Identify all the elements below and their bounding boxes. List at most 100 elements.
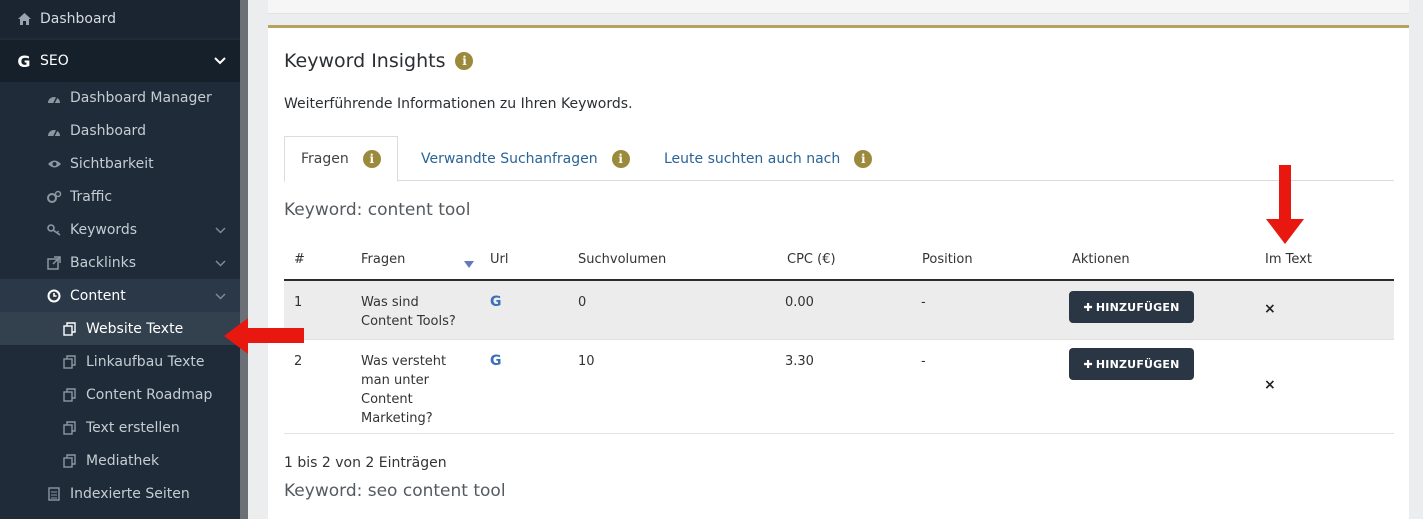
sidebar-item-keywords[interactable]: Keywords bbox=[0, 213, 240, 246]
close-icon[interactable]: × bbox=[1264, 301, 1276, 317]
plus-icon: ✚ bbox=[1083, 300, 1093, 314]
sidebar-item-label: Keywords bbox=[70, 221, 138, 238]
sidebar-item-linkaufbau-texte[interactable]: Linkaufbau Texte bbox=[0, 345, 240, 378]
sidebar-item-label: Mediathek bbox=[86, 452, 160, 469]
sidebar-item-text-erstellen[interactable]: Text erstellen bbox=[0, 411, 240, 444]
tab-label: Fragen bbox=[301, 151, 349, 167]
add-button[interactable]: ✚ HINZUFÜGEN bbox=[1069, 291, 1194, 323]
google-icon: G bbox=[17, 51, 31, 71]
tab-verwandte-suchanfragen[interactable]: Verwandte Suchanfragen i bbox=[421, 136, 630, 181]
column-header-url[interactable]: Url bbox=[490, 252, 508, 267]
sidebar-item-label: Sichtbarkeit bbox=[70, 155, 154, 172]
google-search-icon[interactable]: G bbox=[490, 293, 502, 312]
key-icon bbox=[46, 222, 62, 238]
sidebar-item-traffic[interactable]: Traffic bbox=[0, 180, 240, 213]
table-header: # Fragen Url Suchvolumen CPC (€) Positio… bbox=[284, 243, 1394, 281]
info-icon[interactable]: i bbox=[362, 150, 381, 168]
google-search-icon[interactable]: G bbox=[490, 352, 502, 371]
info-icon[interactable]: i bbox=[455, 52, 474, 70]
sidebar-item-label: Content Roadmap bbox=[86, 386, 213, 403]
entries-info: 1 bis 2 von 2 Einträgen bbox=[284, 455, 447, 471]
chevron-down-icon bbox=[215, 288, 226, 304]
sidebar-item-seo[interactable]: G SEO bbox=[0, 40, 240, 82]
column-header-aktionen[interactable]: Aktionen bbox=[1072, 252, 1130, 267]
row-question: Was versteht man unter Content Marketing… bbox=[361, 354, 447, 426]
sidebar-item-label: Dashboard bbox=[40, 11, 116, 27]
sidebar-item-mediathek[interactable]: Mediathek bbox=[0, 444, 240, 477]
row-number: 2 bbox=[294, 354, 303, 369]
column-header-suchvolumen[interactable]: Suchvolumen bbox=[578, 252, 666, 267]
add-button-label: HINZUFÜGEN bbox=[1095, 300, 1180, 314]
sidebar-item-label: Dashboard Manager bbox=[70, 89, 212, 106]
sort-desc-icon[interactable] bbox=[464, 261, 474, 268]
dashboard-icon bbox=[46, 123, 62, 139]
keyword-insights-panel: Keyword Insights i Weiterführende Inform… bbox=[268, 25, 1409, 519]
copy-icon bbox=[62, 453, 78, 469]
copy-icon bbox=[62, 420, 78, 436]
sidebar-item-indexierte-seiten[interactable]: Indexierte Seiten bbox=[0, 477, 240, 510]
info-icon[interactable]: i bbox=[611, 149, 630, 168]
sidebar-item-dashboard-top[interactable]: Dashboard bbox=[0, 0, 240, 38]
panel-title-text: Keyword Insights bbox=[284, 50, 446, 72]
red-arrow-down-icon bbox=[1266, 165, 1304, 244]
column-header-position[interactable]: Position bbox=[922, 252, 973, 267]
plus-icon: ✚ bbox=[1083, 357, 1093, 371]
sidebar-item-label: Text erstellen bbox=[86, 419, 180, 436]
sidebar-item-label: Traffic bbox=[70, 188, 113, 205]
eye-icon bbox=[46, 156, 62, 172]
row-search-volume: 10 bbox=[578, 354, 595, 369]
copy-icon bbox=[62, 321, 78, 337]
panel-description: Weiterführende Informationen zu Ihren Ke… bbox=[284, 96, 633, 112]
chevron-down-icon bbox=[214, 53, 226, 69]
row-number: 1 bbox=[294, 295, 303, 310]
home-icon bbox=[16, 11, 32, 27]
file-icon bbox=[46, 486, 62, 502]
dashboard-icon bbox=[46, 90, 62, 106]
external-link-icon bbox=[46, 255, 62, 271]
sidebar-item-backlinks[interactable]: Backlinks bbox=[0, 246, 240, 279]
sidebar-item-sichtbarkeit[interactable]: Sichtbarkeit bbox=[0, 147, 240, 180]
red-arrow-left-icon bbox=[224, 318, 304, 354]
row-cpc: 0.00 bbox=[785, 295, 814, 310]
sidebar-item-label: Linkaufbau Texte bbox=[86, 353, 205, 370]
row-cpc: 3.30 bbox=[785, 354, 814, 369]
row-search-volume: 0 bbox=[578, 295, 587, 310]
sidebar-item-dashboard-manager[interactable]: Dashboard Manager bbox=[0, 81, 240, 114]
column-header-number[interactable]: # bbox=[294, 252, 305, 267]
previous-panel-edge bbox=[268, 0, 1409, 14]
info-icon[interactable]: i bbox=[854, 149, 873, 168]
sidebar-item-label: Dashboard bbox=[70, 122, 146, 139]
chevron-down-icon bbox=[215, 222, 226, 238]
row-position: - bbox=[921, 354, 926, 369]
table-row: 1 Was sind Content Tools? G 0 0.00 - ✚ H… bbox=[284, 281, 1394, 340]
column-header-cpc[interactable]: CPC (€) bbox=[787, 252, 836, 267]
sidebar-item-label: Indexierte Seiten bbox=[70, 485, 190, 502]
sidebar-item-dashboard[interactable]: Dashboard bbox=[0, 114, 240, 147]
column-header-fragen[interactable]: Fragen bbox=[361, 252, 405, 267]
sidebar-item-label: Backlinks bbox=[70, 254, 137, 271]
tab-label: Leute suchten auch nach bbox=[664, 150, 841, 167]
keyword-heading: Keyword: seo content tool bbox=[284, 481, 506, 501]
sidebar-item-label: SEO bbox=[40, 53, 69, 69]
sidebar-scrollbar[interactable] bbox=[240, 0, 248, 519]
add-button-label: HINZUFÜGEN bbox=[1095, 357, 1180, 371]
tab-bar: Fragen i Verwandte Suchanfragen i Leute … bbox=[284, 136, 1394, 182]
tab-fragen[interactable]: Fragen i bbox=[284, 136, 398, 182]
sidebar-item-content-roadmap[interactable]: Content Roadmap bbox=[0, 378, 240, 411]
close-icon[interactable]: × bbox=[1264, 377, 1276, 393]
sidebar-item-website-texte[interactable]: Website Texte bbox=[0, 312, 240, 345]
tab-label: Verwandte Suchanfragen bbox=[421, 150, 598, 167]
add-button[interactable]: ✚ HINZUFÜGEN bbox=[1069, 348, 1194, 380]
row-question: Was sind Content Tools? bbox=[361, 295, 456, 329]
column-header-im-text[interactable]: Im Text bbox=[1265, 252, 1312, 267]
sidebar: Dashboard G SEO Dashboard Manager Dashbo… bbox=[0, 0, 240, 519]
sidebar-item-label: Website Texte bbox=[86, 320, 184, 337]
sidebar-item-label: Content bbox=[70, 287, 126, 304]
copy-icon bbox=[62, 387, 78, 403]
keyword-heading: Keyword: content tool bbox=[284, 200, 471, 220]
row-position: - bbox=[921, 295, 926, 310]
clock-icon bbox=[46, 288, 62, 304]
cogs-icon bbox=[46, 189, 62, 205]
sidebar-item-content[interactable]: Content bbox=[0, 279, 240, 312]
tab-leute-suchten-auch-nach[interactable]: Leute suchten auch nach i bbox=[664, 136, 873, 181]
